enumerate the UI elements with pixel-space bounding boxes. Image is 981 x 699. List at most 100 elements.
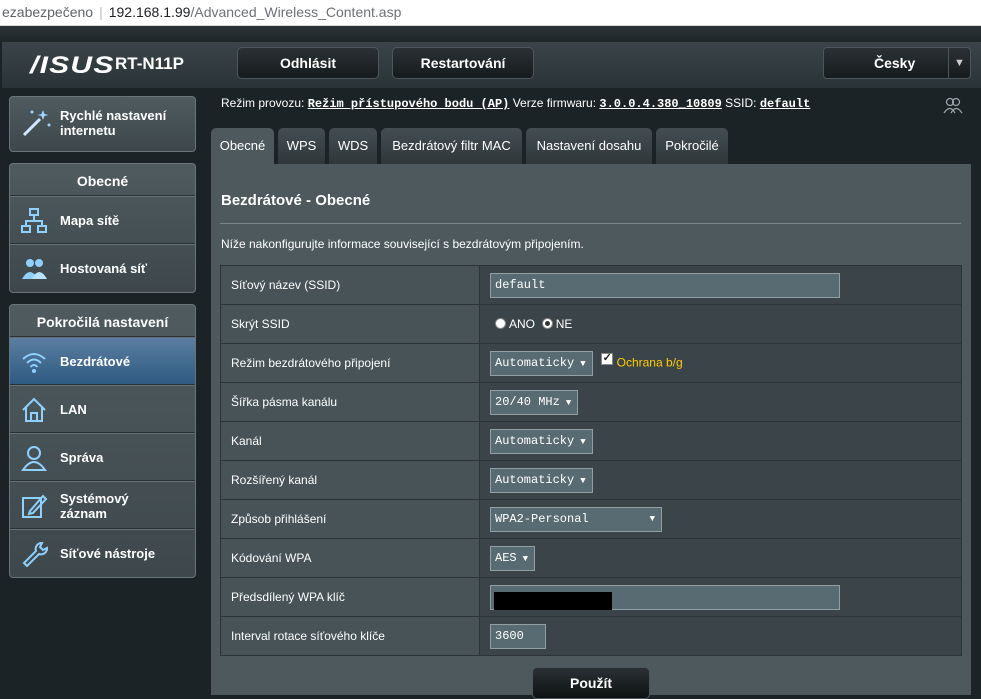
mode-label: Režim provozu: xyxy=(221,96,305,110)
language-select[interactable]: Česky ▼ xyxy=(823,47,971,79)
sidebar-item-lan[interactable]: LAN xyxy=(10,385,195,433)
channel-value: Automaticky xyxy=(495,433,575,448)
tab-mac-filter[interactable]: Bezdrátový filtr MAC xyxy=(381,128,522,165)
top-header: /ISUS RT-N11P Odhlásit Restartování Česk… xyxy=(2,42,981,88)
asus-logo: /ISUS xyxy=(30,52,115,79)
sidebar-item-system-log[interactable]: Systémový záznam xyxy=(10,481,195,529)
hide-ssid-yes-radio[interactable] xyxy=(495,318,506,329)
ssid-row-label: Síťový název (SSID) xyxy=(220,265,480,305)
table-row: Šířka pásma kanálu 20/40 MHz ▼ xyxy=(220,382,962,422)
chevron-down-icon: ▼ xyxy=(522,553,529,564)
wpa-encryption-select[interactable]: AES ▼ xyxy=(490,545,536,571)
sidebar-item-network-map[interactable]: Mapa sítě xyxy=(10,196,195,244)
hide-ssid-yes-label: ANO xyxy=(509,317,536,331)
sidebar-item-network-tools[interactable]: Síťové nástroje xyxy=(10,529,195,577)
firmware-link[interactable]: 3.0.0.4.380_10809 xyxy=(599,97,721,111)
network-map-icon xyxy=(21,208,47,233)
bandwidth-value: 20/40 MHz xyxy=(495,394,560,409)
advanced-heading: Pokročilá nastavení xyxy=(10,305,195,337)
table-row: Interval rotace síťového klíče 3600 xyxy=(220,616,962,656)
tab-general[interactable]: Obecné xyxy=(211,128,274,165)
hide-ssid-label: Skrýt SSID xyxy=(220,304,480,344)
restart-button[interactable]: Restartování xyxy=(392,47,534,79)
auth-method-select[interactable]: WPA2-Personal ▼ xyxy=(490,506,662,532)
page-title: Bezdrátové - Obecné xyxy=(221,192,371,209)
chevron-down-icon: ▼ xyxy=(580,358,586,369)
clients-icon[interactable] xyxy=(943,96,963,114)
wpa-key-input[interactable] xyxy=(490,584,840,610)
wireless-mode-value: Automaticky xyxy=(495,355,575,370)
sidebar-item-label: Bezdrátové xyxy=(60,354,131,369)
wireless-mode-label: Režim bezdrátového připojení xyxy=(220,343,480,383)
table-row: Rozšířený kanál Automaticky ▼ xyxy=(220,460,962,500)
mode-link[interactable]: Režim přístupového bodu (AP) xyxy=(308,97,510,111)
extension-channel-select[interactable]: Automaticky ▼ xyxy=(490,467,593,493)
bandwidth-select[interactable]: 20/40 MHz ▼ xyxy=(490,389,579,415)
wpa-encryption-label: Kódování WPA xyxy=(220,538,480,578)
ssid-link[interactable]: default xyxy=(760,97,810,111)
table-row: Způsob přihlášení WPA2-Personal ▼ xyxy=(220,499,962,539)
url-separator: | xyxy=(99,4,103,20)
hide-ssid-no-label: NE xyxy=(555,317,573,331)
security-label: ezabezpečeno xyxy=(2,4,94,20)
logout-button[interactable]: Odhlásit xyxy=(237,47,379,79)
general-heading: Obecné xyxy=(10,164,195,196)
table-row: Předsdílený WPA klíč xyxy=(220,577,962,617)
tab-wds[interactable]: WDS xyxy=(329,128,377,165)
sidebar-item-label: Hostovaná síť xyxy=(60,261,148,276)
sidebar-item-label: LAN xyxy=(60,402,87,417)
wireless-settings-table: Síťový název (SSID) default Skrýt SSID A… xyxy=(220,265,962,656)
key-rotation-input[interactable]: 3600 xyxy=(490,623,546,649)
edit-log-icon xyxy=(22,494,48,518)
title-divider xyxy=(220,223,961,224)
tab-wps[interactable]: WPS xyxy=(278,128,325,165)
firmware-label: Verze firmwaru: xyxy=(512,96,597,110)
wrench-icon xyxy=(22,542,48,568)
advanced-section: Pokročilá nastavení Bezdrátové LAN Správ… xyxy=(9,304,196,578)
sidebar-item-admin[interactable]: Správa xyxy=(10,433,195,481)
tab-range-settings[interactable]: Nastavení dosahu xyxy=(526,128,652,165)
general-section: Obecné Mapa sítě Hostovaná síť xyxy=(9,163,196,293)
auth-method-value: WPA2-Personal xyxy=(495,511,589,526)
wpa-encryption-value: AES xyxy=(495,550,517,565)
home-icon xyxy=(22,397,46,422)
model-name: RT-N11P xyxy=(115,54,184,73)
bg-protection-checkbox[interactable] xyxy=(600,351,613,366)
chevron-down-icon: ▼ xyxy=(649,513,655,524)
key-rotation-label: Interval rotace síťového klíče xyxy=(220,616,480,656)
sidebar-item-label: Síťové nástroje xyxy=(60,546,156,561)
sidebar-item-wireless[interactable]: Bezdrátové xyxy=(10,337,195,385)
sidebar-item-guest-network[interactable]: Hostovaná síť xyxy=(10,244,195,292)
bandwidth-label: Šířka pásma kanálu xyxy=(220,382,480,422)
table-row: Síťový název (SSID) default xyxy=(220,265,962,305)
apply-button[interactable]: Použít xyxy=(532,667,650,699)
table-row: Kanál Automaticky ▼ xyxy=(220,421,962,461)
sidebar-item-label: Mapa sítě xyxy=(60,213,120,228)
chevron-down-icon: ▼ xyxy=(565,397,572,408)
user-icon xyxy=(21,446,47,471)
table-row: Kódování WPA AES ▼ xyxy=(220,538,962,578)
browser-band xyxy=(0,26,981,42)
chevron-down-icon: ▼ xyxy=(948,48,970,78)
hide-ssid-no-radio[interactable] xyxy=(541,318,553,329)
tab-professional[interactable]: Pokročilé xyxy=(656,128,728,165)
chevron-down-icon: ▼ xyxy=(580,475,586,486)
wifi-icon xyxy=(22,353,46,373)
table-row: Režim bezdrátového připojení Automaticky… xyxy=(220,343,962,383)
guest-network-icon xyxy=(22,259,47,279)
address-bar[interactable]: ezabezpečeno | 192.168.1.99/Advanced_Wirel… xyxy=(0,0,981,26)
wireless-mode-select[interactable]: Automaticky ▼ xyxy=(490,350,593,376)
auth-method-label: Způsob přihlášení xyxy=(220,499,480,539)
url-path: /Advanced_Wireless_Content.asp xyxy=(190,4,402,20)
quick-setup-button[interactable]: Rychlé nastavení internetu xyxy=(9,96,196,152)
magic-wand-icon xyxy=(22,110,51,137)
ssid-input[interactable]: default xyxy=(490,272,840,298)
channel-label: Kanál xyxy=(220,421,480,461)
extension-channel-value: Automaticky xyxy=(495,472,575,487)
extension-channel-label: Rozšířený kanál xyxy=(220,460,480,500)
redacted-key xyxy=(494,591,612,610)
sidebar-item-label: Systémový záznam xyxy=(60,491,129,521)
channel-select[interactable]: Automaticky ▼ xyxy=(490,428,593,454)
ssid-label: SSID: xyxy=(725,96,757,110)
quick-setup-label: Rychlé nastavení internetu xyxy=(60,108,167,138)
